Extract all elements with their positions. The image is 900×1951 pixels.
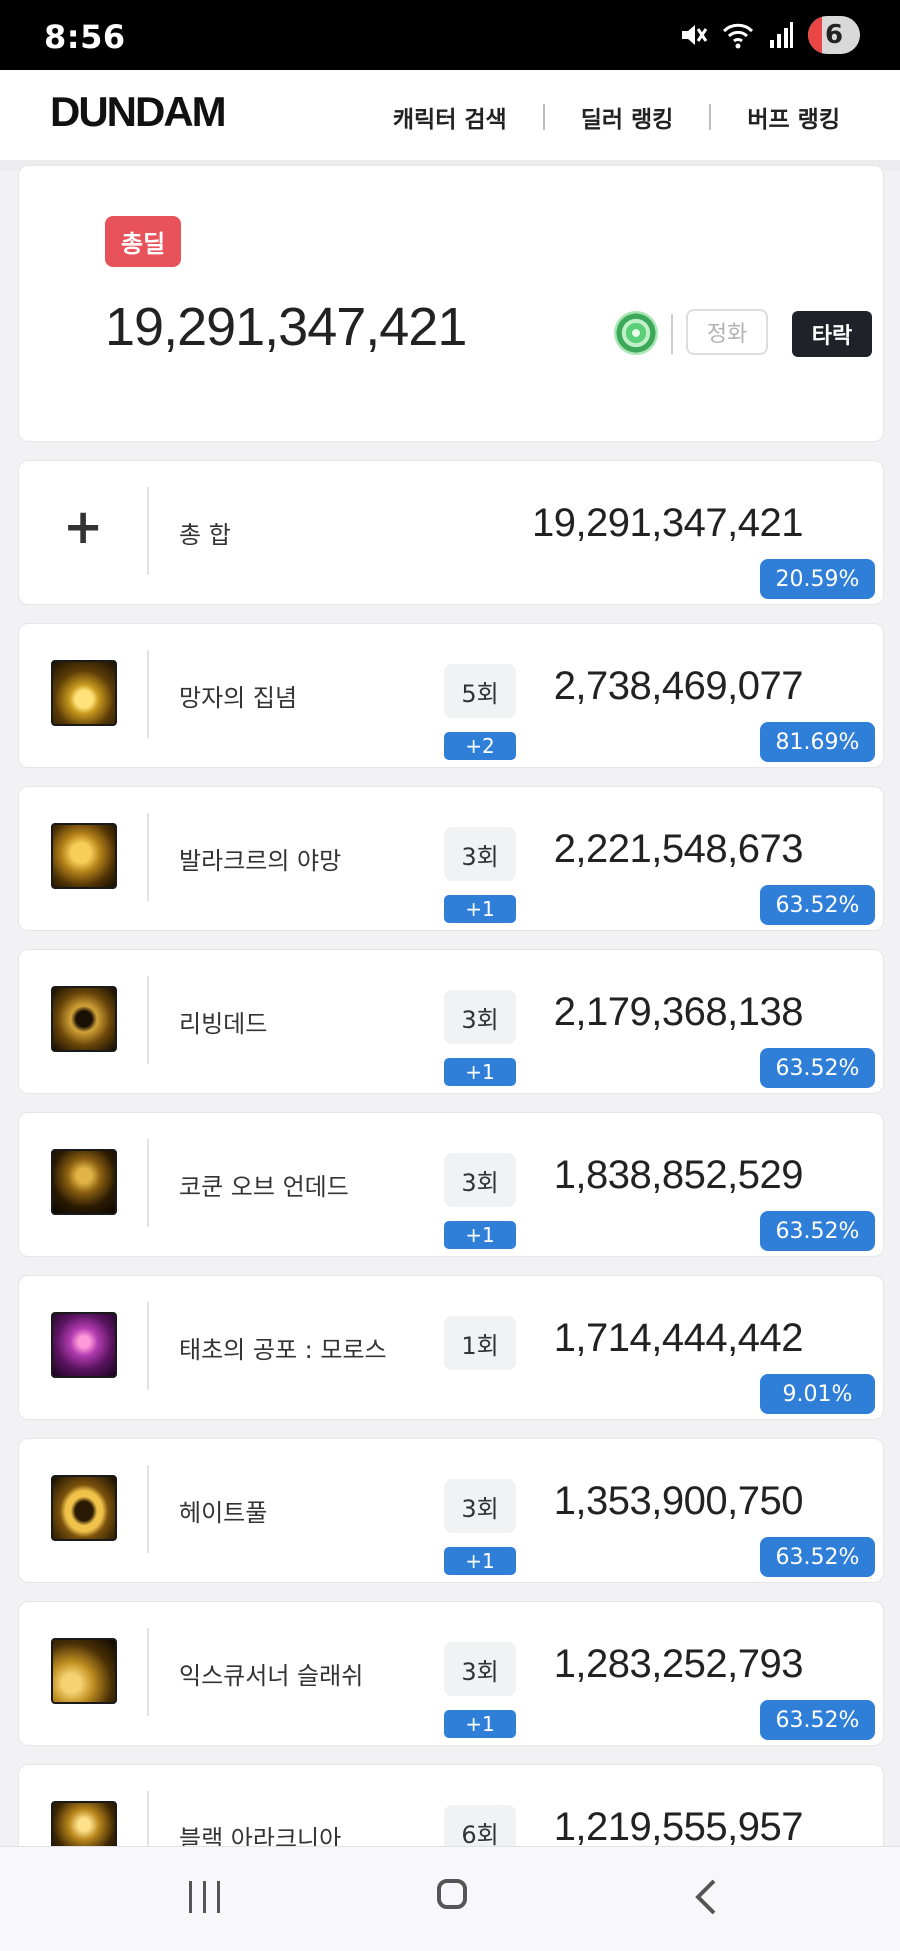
- row-divider: [147, 813, 149, 901]
- skill-bonus-badge: +1: [444, 1547, 516, 1575]
- nav-buffer-ranking[interactable]: 버프 랭킹: [747, 100, 840, 134]
- skill-name: 익스큐서너 슬래쉬: [179, 1662, 364, 1690]
- home-icon[interactable]: [437, 1879, 467, 1909]
- skill-name: 리빙데드: [179, 1010, 268, 1038]
- skill-name: 헤이트풀: [179, 1499, 268, 1527]
- skill-row: 태초의 공포 : 모로스 1회 1,714,444,442 9.01%: [18, 1275, 884, 1420]
- divider: [671, 314, 673, 354]
- row-divider: [147, 650, 149, 738]
- skill-icon: [51, 1312, 117, 1378]
- skill-icon: [51, 1638, 117, 1704]
- nav-divider: [709, 104, 712, 130]
- wifi-icon: [722, 23, 754, 49]
- skill-icon: [51, 660, 117, 726]
- skill-count: 3회: [444, 1479, 516, 1533]
- skill-damage: 1,219,555,957: [553, 1805, 804, 1849]
- skill-row: 발라크르의 야망 3회 +1 2,221,548,673 63.52%: [18, 786, 884, 931]
- skill-damage: 1,353,900,750: [553, 1479, 804, 1523]
- skill-percent-badge: 63.52%: [760, 885, 875, 925]
- skill-icon: [51, 986, 117, 1052]
- skill-bonus-badge: +1: [444, 895, 516, 923]
- skill-name: 태초의 공포 : 모로스: [179, 1336, 387, 1364]
- skill-name: 총 합: [179, 521, 231, 549]
- system-nav-bar: [0, 1846, 900, 1951]
- row-divider: [147, 1628, 149, 1716]
- row-divider: [147, 1302, 149, 1390]
- skill-row: 익스큐서너 슬래쉬 3회 +1 1,283,252,793 63.52%: [18, 1601, 884, 1746]
- total-damage-tag: 총딜: [105, 216, 182, 267]
- skill-damage: 2,738,469,077: [553, 664, 804, 708]
- rune-icon: [614, 311, 658, 355]
- back-icon[interactable]: [690, 1877, 720, 1917]
- skill-percent-badge: 9.01%: [760, 1374, 875, 1414]
- skill-damage: 1,714,444,442: [553, 1316, 804, 1360]
- skill-percent-badge: 81.69%: [760, 722, 875, 762]
- skill-name: 코쿤 오브 언데드: [179, 1173, 349, 1201]
- plus-icon: +: [63, 499, 104, 555]
- status-icons: 6: [678, 16, 860, 54]
- total-damage-card: 총딜 19,291,347,421 정화 타락: [18, 165, 884, 442]
- skill-damage: 1,283,252,793: [553, 1642, 804, 1686]
- total-damage-value: 19,291,347,421: [105, 297, 467, 357]
- skill-count: 3회: [444, 1153, 516, 1207]
- skill-damage: 2,179,368,138: [553, 990, 804, 1034]
- skill-percent-badge: 20.59%: [760, 559, 875, 599]
- skill-bonus-badge: +2: [444, 732, 516, 760]
- skill-row-total: + 총 합 19,291,347,421 20.59%: [18, 460, 884, 605]
- skill-percent-badge: 63.52%: [760, 1537, 875, 1577]
- skill-bonus-badge: +1: [444, 1221, 516, 1249]
- row-divider: [147, 1465, 149, 1553]
- skill-damage: 1,838,852,529: [553, 1153, 804, 1197]
- skill-row: 헤이트풀 3회 +1 1,353,900,750 63.52%: [18, 1438, 884, 1583]
- skill-count: 1회: [444, 1316, 516, 1370]
- app-header: DUNDAM 캐릭터 검색 딜러 랭킹 버프 랭킹: [0, 70, 900, 170]
- row-divider: [147, 487, 149, 575]
- skill-row: 리빙데드 3회 +1 2,179,368,138 63.52%: [18, 949, 884, 1094]
- skill-icon: [51, 1149, 117, 1215]
- skill-bonus-badge: +1: [444, 1710, 516, 1738]
- recent-apps-icon[interactable]: [185, 1879, 225, 1915]
- main-content: 총딜 19,291,347,421 정화 타락 + 총 합 19,291,347…: [18, 165, 884, 1909]
- skill-name: 발라크르의 야망: [179, 847, 342, 875]
- skill-row: 망자의 집념 5회 +2 2,738,469,077 81.69%: [18, 623, 884, 768]
- skill-damage: 2,221,548,673: [553, 827, 804, 871]
- skill-count: 3회: [444, 1642, 516, 1696]
- purify-button[interactable]: 정화: [686, 309, 768, 355]
- skill-percent-badge: 63.52%: [760, 1700, 875, 1740]
- skill-damage: 19,291,347,421: [531, 501, 804, 545]
- skill-name: 망자의 집념: [179, 684, 298, 712]
- skill-row: 코쿤 오브 언데드 3회 +1 1,838,852,529 63.52%: [18, 1112, 884, 1257]
- skill-icon: [51, 1475, 117, 1541]
- nav-dealer-ranking[interactable]: 딜러 랭킹: [581, 100, 674, 134]
- skill-count: 3회: [444, 990, 516, 1044]
- skill-count: 3회: [444, 827, 516, 881]
- row-divider: [147, 976, 149, 1064]
- skill-percent-badge: 63.52%: [760, 1048, 875, 1088]
- skill-icon: [51, 823, 117, 889]
- status-bar: 8:56 6: [0, 0, 900, 70]
- row-divider: [147, 1139, 149, 1227]
- fall-button[interactable]: 타락: [792, 311, 872, 357]
- skill-count: 5회: [444, 664, 516, 718]
- notification-badge: 6: [808, 16, 860, 54]
- signal-icon: [770, 22, 793, 48]
- skill-bonus-badge: +1: [444, 1058, 516, 1086]
- mute-icon: [682, 25, 708, 45]
- clock: 8:56: [44, 18, 126, 56]
- nav-divider: [542, 104, 545, 130]
- nav-character-search[interactable]: 캐릭터 검색: [393, 100, 507, 134]
- skill-percent-badge: 63.52%: [760, 1211, 875, 1251]
- logo[interactable]: DUNDAM: [50, 88, 227, 136]
- top-nav: 캐릭터 검색 딜러 랭킹 버프 랭킹: [393, 100, 840, 134]
